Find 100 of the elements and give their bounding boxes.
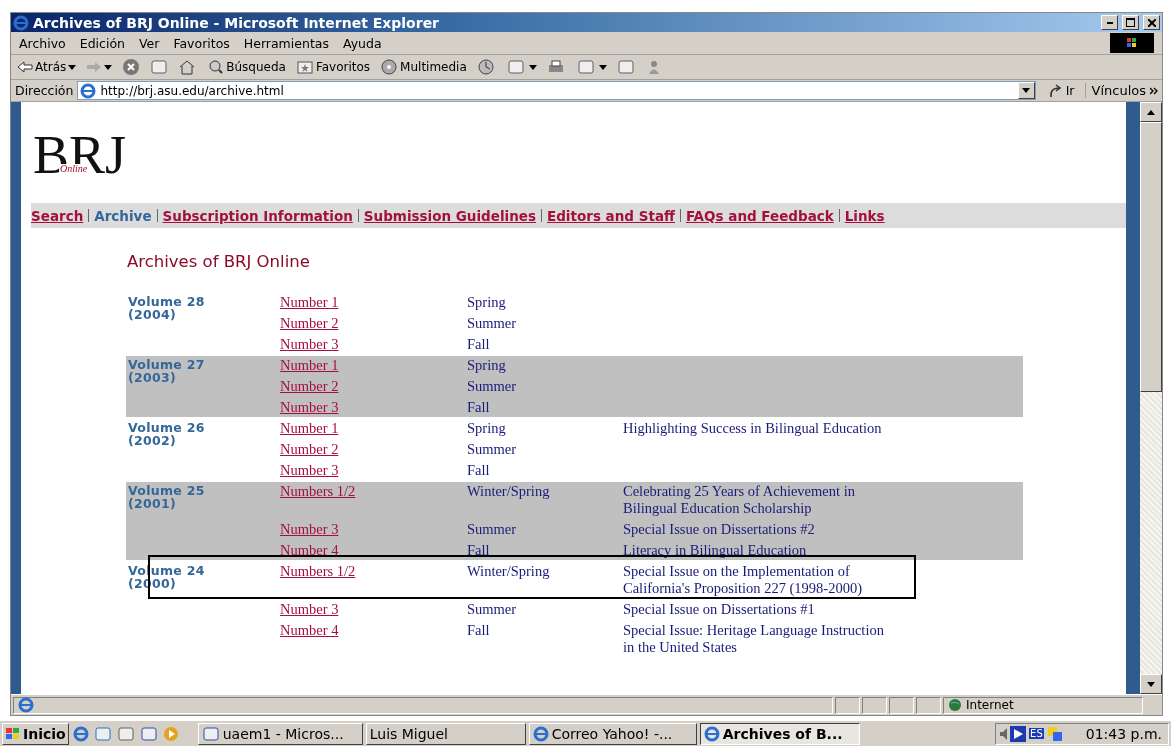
season-text: Winter/Spring: [467, 483, 550, 499]
season-text: Winter/Spring: [467, 563, 550, 579]
browser-icon: [80, 82, 97, 99]
browser-icon: [532, 725, 549, 742]
issue-link[interactable]: Number 2: [280, 441, 339, 457]
taskbar-button[interactable]: Archives of B...: [699, 722, 860, 745]
address-label: Dirección: [15, 83, 74, 98]
maximize-button[interactable]: [1122, 15, 1139, 30]
start-button[interactable]: Inicio: [2, 722, 69, 745]
season-text: Spring: [467, 294, 506, 310]
season-text: Fall: [467, 462, 490, 478]
issue-link[interactable]: Number 3: [280, 399, 339, 415]
printer-icon: [546, 59, 565, 75]
nav-link[interactable]: FAQs and Feedback: [685, 207, 834, 224]
dropdown-caret-icon: [598, 64, 607, 70]
issue-link[interactable]: Number 2: [280, 315, 339, 331]
address-field[interactable]: http://brj.asu.edu/archive.html: [77, 81, 1036, 100]
go-arrow-icon: [1047, 83, 1064, 98]
scroll-up-button[interactable]: [1140, 102, 1162, 122]
windows-logo-icon: [5, 726, 21, 741]
search-icon: [206, 59, 225, 75]
close-icon: [1147, 18, 1156, 27]
browser-icon: [72, 725, 89, 742]
windows-logo-icon: [1110, 33, 1154, 53]
search-button[interactable]: Búsqueda: [204, 59, 288, 75]
scroll-up-icon: [1147, 109, 1155, 115]
back-arrow-icon: [17, 61, 33, 73]
browser-launch-button[interactable]: [71, 725, 90, 742]
issue-link[interactable]: Number 3: [280, 521, 339, 537]
maximize-icon: [1126, 18, 1135, 27]
volume-label: Volume 25: [128, 484, 206, 498]
dropdown-caret-icon: [68, 64, 77, 70]
issue-title: Special Issue: Heritage Language Instruction in the United States: [623, 622, 884, 655]
issue-link[interactable]: Number 2: [280, 378, 339, 394]
dropdown-button[interactable]: [1017, 82, 1035, 99]
issue-link[interactable]: Number 1: [280, 420, 339, 436]
play-icon: [162, 725, 179, 742]
chevron-icon: [1150, 86, 1158, 95]
season-text: Spring: [467, 357, 506, 373]
links-button[interactable]: Vínculos: [1089, 83, 1160, 98]
menu-item[interactable]: Ayuda: [342, 35, 382, 51]
season-text: Fall: [467, 399, 490, 415]
page-heading: Archives of BRJ Online: [127, 252, 311, 271]
taskbar-button[interactable]: uaem1 - Micros...: [197, 722, 363, 745]
volume-label: Volume 26: [128, 421, 206, 435]
taskbar-button[interactable]: Correo Yahoo! -...: [528, 722, 697, 745]
browser-icon: [13, 14, 29, 31]
menu-item[interactable]: Ver: [138, 35, 160, 51]
media-button[interactable]: Multimedia: [378, 59, 469, 75]
minimize-button[interactable]: [1101, 15, 1118, 30]
season-text: Summer: [467, 521, 517, 537]
menu-item[interactable]: Archivo: [19, 35, 66, 51]
issue-link[interactable]: Number 1: [280, 294, 339, 310]
season-text: Summer: [467, 315, 517, 331]
season-text: Spring: [467, 420, 506, 436]
back-button[interactable]: Atrás: [15, 60, 79, 74]
issue-link[interactable]: Number 3: [280, 601, 339, 617]
nav-link[interactable]: Submission Guidelines: [363, 207, 536, 224]
volume-year: (2004): [128, 308, 178, 322]
menu-item[interactable]: Edición: [79, 35, 125, 51]
issue-title: Special Issue on Dissertations #2: [623, 521, 815, 537]
nav-link[interactable]: Search: [31, 207, 84, 224]
issue-title: Celebrating 25 Years of Achievement in Bilingual Education Scholarship: [623, 483, 855, 516]
volume-label: Volume 28: [128, 295, 206, 309]
season-text: Fall: [467, 622, 490, 638]
issue-link[interactable]: Number 4: [280, 622, 339, 638]
scroll-down-icon: [1147, 681, 1155, 687]
dropdown-caret-icon: [104, 64, 113, 70]
nav-link[interactable]: Archive: [94, 207, 152, 224]
season-text: Summer: [467, 601, 517, 617]
speaker-icon: [1000, 727, 1008, 740]
scrollbar[interactable]: [1140, 102, 1162, 694]
issue-link[interactable]: Numbers 1/2: [280, 563, 356, 579]
issue-link[interactable]: Number 3: [280, 336, 339, 352]
globe-icon: [948, 698, 962, 712]
issue-title: Literacy in Bilingual Education: [623, 542, 807, 558]
nav-link[interactable]: Subscription Information: [162, 207, 353, 224]
nav-link[interactable]: Links: [844, 207, 885, 224]
scroll-thumb[interactable]: [1140, 122, 1162, 392]
scroll-down-button[interactable]: [1140, 674, 1162, 694]
forward-button[interactable]: [84, 61, 115, 73]
menu-item[interactable]: Favoritos: [173, 35, 230, 51]
close-button[interactable]: [1143, 15, 1160, 30]
menu-item[interactable]: Herramientas: [243, 35, 329, 51]
volume-label: Volume 27: [128, 358, 206, 372]
issue-link[interactable]: Number 4: [280, 542, 339, 558]
media-disc-icon: [380, 59, 399, 75]
taskbar-button[interactable]: Luis Miguel: [365, 722, 526, 745]
browser-icon: [18, 697, 34, 713]
favorites-button[interactable]: Favoritos: [293, 59, 373, 75]
nav-link[interactable]: Editors and Staff: [547, 207, 675, 224]
star-folder-icon: [295, 59, 314, 75]
play-icon: [1010, 725, 1027, 742]
issue-link[interactable]: Number 1: [280, 357, 339, 373]
go-button[interactable]: Ir: [1039, 83, 1086, 98]
volume-year: (2003): [128, 371, 178, 385]
volume-year: (2001): [128, 497, 178, 511]
issue-link[interactable]: Numbers 1/2: [280, 483, 356, 499]
issue-link[interactable]: Number 3: [280, 462, 339, 478]
language-indicator[interactable]: ES: [1029, 728, 1044, 739]
